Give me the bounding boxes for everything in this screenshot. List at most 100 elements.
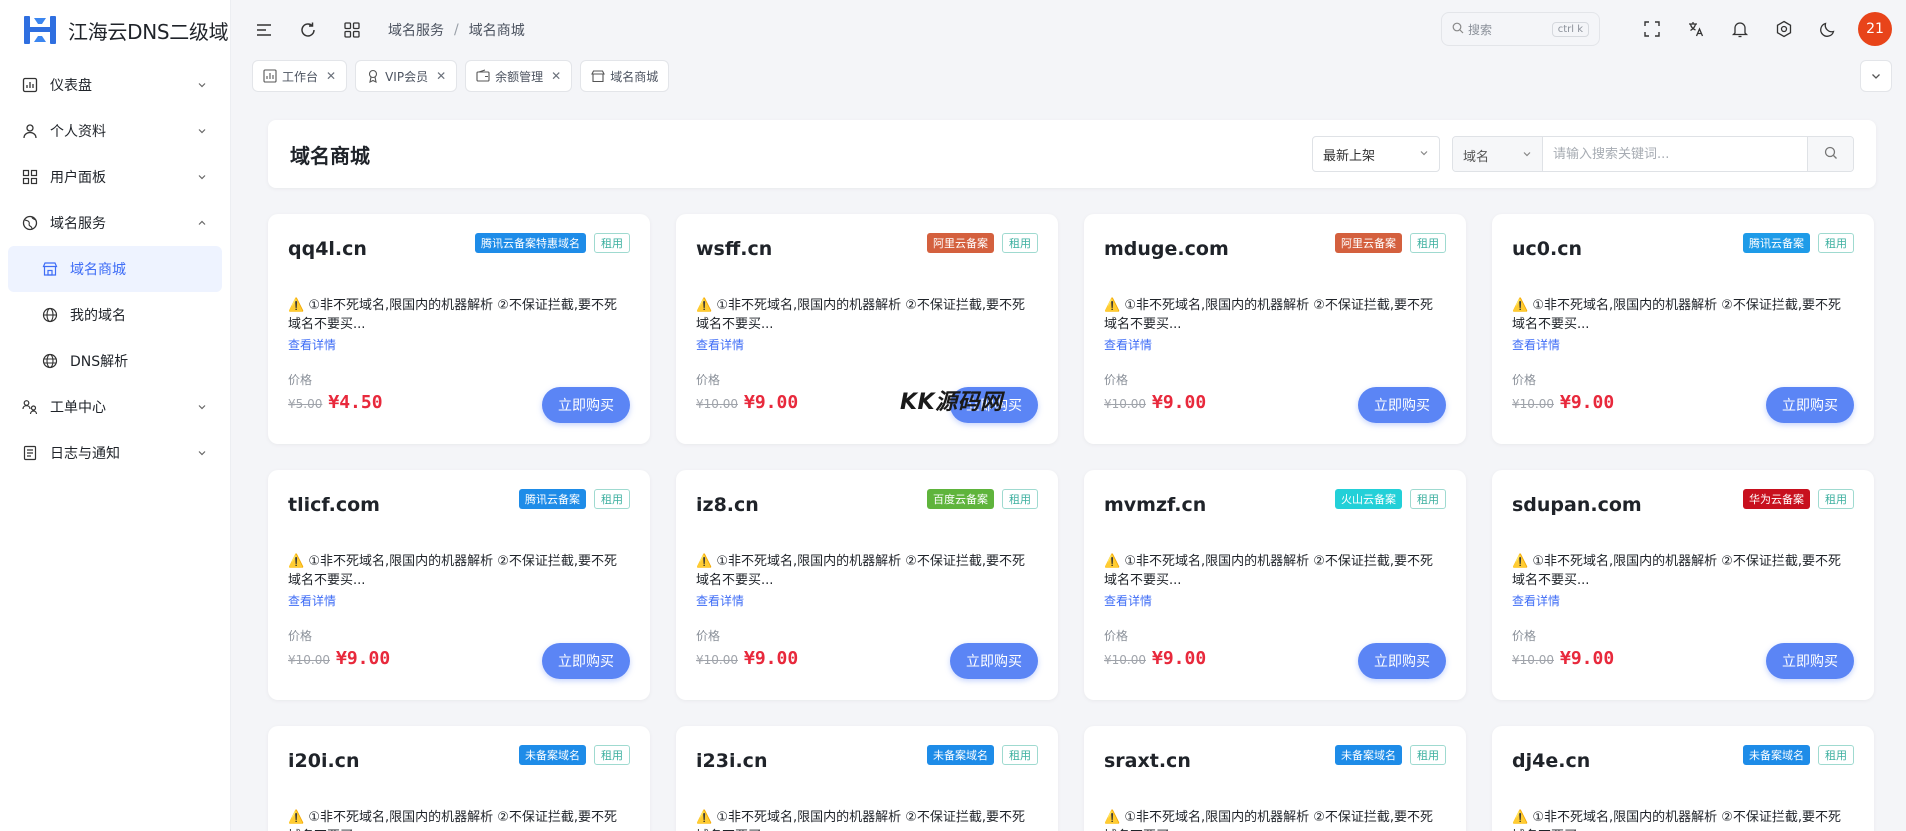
refresh-icon[interactable] [294, 16, 322, 44]
registration-badge: 未备案域名 [927, 745, 994, 765]
original-price: ¥10.00 [1104, 397, 1146, 411]
keyword-input[interactable] [1543, 137, 1807, 171]
card-badges: 百度云备案 租用 [919, 489, 1038, 509]
domain-card-grid: qq4l.cn 腾讯云备案特惠域名 租用 ⚠️ ①非不死域名,限国内的机器解析 … [268, 214, 1876, 831]
logo-icon [22, 12, 58, 48]
registration-badge: 阿里云备案 [927, 233, 994, 253]
dashboard-icon [20, 75, 40, 95]
avatar[interactable]: 21 [1858, 12, 1892, 46]
tabs-more-button[interactable] [1860, 60, 1892, 92]
sidebar-item-profile[interactable]: 个人资料 [0, 108, 230, 154]
view-details-link[interactable]: 查看详情 [1104, 592, 1446, 609]
menu-toggle-icon[interactable] [250, 16, 278, 44]
close-icon[interactable]: ✕ [551, 69, 561, 83]
view-details-link[interactable]: 查看详情 [1512, 336, 1854, 353]
fullscreen-icon[interactable] [1640, 17, 1664, 41]
chevron-down-icon [194, 123, 210, 139]
sidebar-menu: 仪表盘 个人资料 用户面板 域名服务 域名商城 我的域名 DNS解析 工单中心 … [0, 62, 230, 476]
tab-label: 工作台 [282, 69, 319, 84]
current-price: ¥9.00 [336, 648, 391, 669]
sidebar-item-user-panel[interactable]: 用户面板 [0, 154, 230, 200]
globe-icon [20, 213, 40, 233]
card-description: ⚠️ ①非不死域名,限国内的机器解析 ②不保证拦截,要不死域名不要买... [1104, 298, 1434, 332]
rent-badge: 租用 [1410, 745, 1446, 765]
global-search[interactable]: 搜索 ctrl k [1441, 12, 1600, 46]
price-label: 价格 [288, 373, 313, 387]
rent-badge: 租用 [1002, 489, 1038, 509]
view-details-link[interactable]: 查看详情 [696, 336, 1038, 353]
sort-select[interactable]: 最新上架 [1312, 136, 1440, 172]
card-description: ⚠️ ①非不死域名,限国内的机器解析 ②不保证拦截,要不死域名不要买... [288, 298, 618, 332]
search-button[interactable] [1807, 137, 1853, 171]
sidebar-item-label: 个人资料 [50, 124, 106, 140]
close-icon[interactable]: ✕ [436, 69, 446, 83]
rent-badge: 租用 [1002, 233, 1038, 253]
current-price: ¥9.00 [1152, 392, 1207, 413]
view-details-link[interactable]: 查看详情 [696, 592, 1038, 609]
workbench-icon [263, 69, 277, 83]
buy-now-button[interactable]: 立即购买 [1766, 387, 1854, 423]
rent-badge: 租用 [1410, 489, 1446, 509]
buy-now-button[interactable]: 立即购买 [542, 643, 630, 679]
buy-now-button[interactable]: 立即购买 [1358, 643, 1446, 679]
view-details-link[interactable]: 查看详情 [288, 336, 630, 353]
breadcrumb: 域名服务 / 域名商城 [388, 20, 525, 40]
tab-domain-store[interactable]: 域名商城 [580, 60, 670, 92]
buy-now-button[interactable]: 立即购买 [542, 387, 630, 423]
log-icon [20, 443, 40, 463]
watermark: KK源码网 [900, 390, 1003, 415]
sidebar-item-dashboard[interactable]: 仪表盘 [0, 62, 230, 108]
card-description: ⚠️ ①非不死域名,限国内的机器解析 ②不保证拦截,要不死域名不要买... [288, 554, 618, 588]
buy-now-button[interactable]: 立即购买 [1358, 387, 1446, 423]
buy-now-button[interactable]: 立即购买 [1766, 643, 1854, 679]
sidebar-item-domain-services[interactable]: 域名服务 [0, 200, 230, 246]
registration-badge: 未备案域名 [1743, 745, 1810, 765]
globe-icon [40, 351, 60, 371]
grid-icon [20, 167, 40, 187]
tab-workbench[interactable]: 工作台 ✕ [252, 60, 348, 92]
breadcrumb-item-current: 域名商城 [468, 23, 525, 39]
domain-card: i20i.cn 未备案域名 租用 ⚠️ ①非不死域名,限国内的机器解析 ②不保证… [268, 726, 650, 831]
view-details-link[interactable]: 查看详情 [288, 592, 630, 609]
sidebar-item-my-domains[interactable]: 我的域名 [0, 292, 230, 338]
moon-icon[interactable] [1816, 17, 1840, 41]
sidebar-item-label: 我的域名 [70, 308, 126, 324]
sidebar-item-logs[interactable]: 日志与通知 [0, 430, 230, 476]
current-price: ¥9.00 [744, 392, 799, 413]
tab-balance[interactable]: 余额管理 ✕ [465, 60, 573, 92]
page-title: 域名商城 [290, 143, 370, 168]
registration-badge: 火山云备案 [1335, 489, 1402, 509]
apps-grid-icon[interactable] [338, 16, 366, 44]
sidebar-item-dns[interactable]: DNS解析 [0, 338, 230, 384]
view-details-link[interactable]: 查看详情 [1512, 592, 1854, 609]
domain-card: mduge.com 阿里云备案 租用 ⚠️ ①非不死域名,限国内的机器解析 ②不… [1084, 214, 1466, 444]
sidebar-item-domain-store[interactable]: 域名商城 [8, 246, 222, 292]
logo[interactable]: 江海云DNS二级域 [0, 0, 230, 60]
buy-now-button[interactable]: 立即购买 [950, 643, 1038, 679]
breadcrumb-item[interactable]: 域名服务 [388, 20, 444, 40]
search-icon [1452, 22, 1464, 37]
keyword-search-group: 域名 [1452, 136, 1854, 172]
bell-icon[interactable] [1728, 17, 1752, 41]
registration-badge: 未备案域名 [519, 745, 586, 765]
registration-badge: 百度云备案 [927, 489, 994, 509]
original-price: ¥10.00 [1512, 397, 1554, 411]
search-type-select[interactable]: 域名 [1453, 137, 1543, 171]
translate-icon[interactable] [1684, 17, 1708, 41]
price-label: 价格 [1512, 629, 1537, 643]
price-label: 价格 [696, 629, 721, 643]
current-price: ¥4.50 [328, 392, 383, 413]
settings-icon[interactable] [1772, 17, 1796, 41]
domain-card: qq4l.cn 腾讯云备案特惠域名 租用 ⚠️ ①非不死域名,限国内的机器解析 … [268, 214, 650, 444]
tab-vip[interactable]: VIP会员 ✕ [355, 60, 458, 92]
store-icon [591, 69, 606, 83]
vip-icon [366, 69, 380, 83]
price-label: 价格 [288, 629, 313, 643]
sidebar-item-tickets[interactable]: 工单中心 [0, 384, 230, 430]
card-description: ⚠️ ①非不死域名,限国内的机器解析 ②不保证拦截,要不死域名不要买... [288, 810, 618, 831]
view-details-link[interactable]: 查看详情 [1104, 336, 1446, 353]
card-badges: 阿里云备案 租用 [919, 233, 1038, 253]
card-badges: 未备案域名 租用 [511, 745, 630, 765]
domain-card: uc0.cn 腾讯云备案 租用 ⚠️ ①非不死域名,限国内的机器解析 ②不保证拦… [1492, 214, 1874, 444]
close-icon[interactable]: ✕ [326, 69, 336, 83]
